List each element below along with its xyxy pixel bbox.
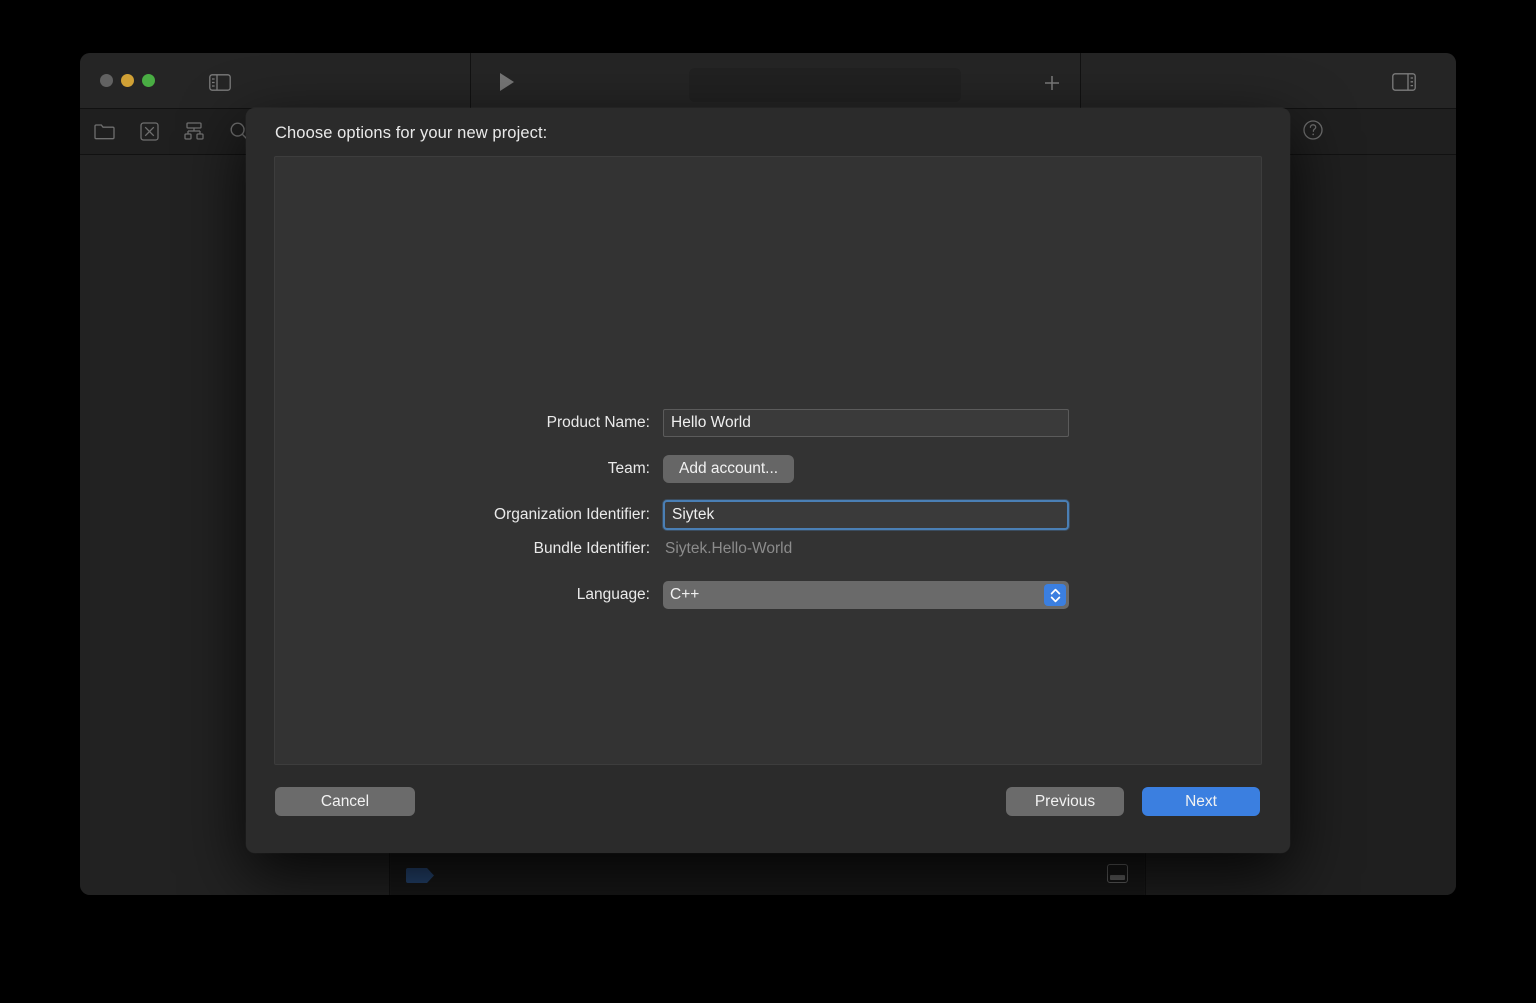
language-selected-value: C++ bbox=[670, 586, 700, 603]
activity-status-field[interactable] bbox=[689, 68, 961, 102]
organization-identifier-label: Organization Identifier: bbox=[494, 506, 650, 523]
organization-identifier-input[interactable] bbox=[663, 500, 1069, 530]
form-row-team: Team: Add account... bbox=[275, 455, 1261, 483]
traffic-light-group bbox=[100, 74, 155, 87]
breadcrumb-tag-icon[interactable] bbox=[406, 868, 434, 883]
project-options-form: Product Name: Team: Add account... Organ… bbox=[275, 157, 1261, 764]
sidebar-right-icon[interactable] bbox=[1391, 72, 1417, 92]
play-icon[interactable] bbox=[495, 71, 519, 93]
product-name-input[interactable] bbox=[663, 409, 1069, 437]
maximize-window-button[interactable] bbox=[142, 74, 155, 87]
new-project-options-dialog: Choose options for your new project: Pro… bbox=[246, 108, 1290, 853]
cancel-button[interactable]: Cancel bbox=[275, 787, 415, 816]
next-button[interactable]: Next bbox=[1142, 787, 1260, 816]
dialog-title: Choose options for your new project: bbox=[275, 124, 548, 142]
editor-status-bar bbox=[391, 851, 1144, 895]
hierarchy-icon[interactable] bbox=[183, 120, 205, 142]
bundle-identifier-label: Bundle Identifier: bbox=[533, 540, 650, 557]
toolbar-divider-left bbox=[470, 53, 471, 109]
navigator-icon-group bbox=[93, 120, 250, 142]
folder-icon[interactable] bbox=[93, 120, 115, 142]
question-mark-icon[interactable] bbox=[1302, 119, 1324, 141]
language-select[interactable]: C++ bbox=[663, 581, 1069, 609]
window-titlebar bbox=[80, 53, 1456, 109]
screen: No Selection Choose options for your new… bbox=[0, 0, 1536, 1003]
form-row-language: Language: C++ bbox=[275, 581, 1261, 609]
add-account-button[interactable]: Add account... bbox=[663, 455, 795, 483]
chevron-updown-icon[interactable] bbox=[1044, 584, 1066, 606]
plus-icon[interactable] bbox=[1041, 72, 1063, 94]
sidebar-left-icon[interactable] bbox=[208, 72, 232, 92]
toolbar-divider-right bbox=[1080, 53, 1081, 109]
close-window-button[interactable] bbox=[100, 74, 113, 87]
form-row-product-name: Product Name: bbox=[275, 409, 1261, 437]
dialog-footer: Cancel Previous Next bbox=[246, 765, 1290, 853]
form-row-bundle-identifier: Bundle Identifier: Siytek.Hello-World bbox=[275, 540, 1261, 558]
dialog-content-panel: Product Name: Team: Add account... Organ… bbox=[274, 156, 1262, 765]
form-row-organization-identifier: Organization Identifier: bbox=[275, 500, 1261, 530]
source-control-icon[interactable] bbox=[138, 120, 160, 142]
team-label: Team: bbox=[607, 460, 650, 477]
bundle-identifier-value: Siytek.Hello-World bbox=[665, 540, 793, 557]
language-label: Language: bbox=[576, 586, 650, 603]
product-name-label: Product Name: bbox=[546, 414, 650, 431]
minimap-icon[interactable] bbox=[1107, 864, 1128, 883]
minimize-window-button[interactable] bbox=[121, 74, 134, 87]
previous-button[interactable]: Previous bbox=[1006, 787, 1124, 816]
